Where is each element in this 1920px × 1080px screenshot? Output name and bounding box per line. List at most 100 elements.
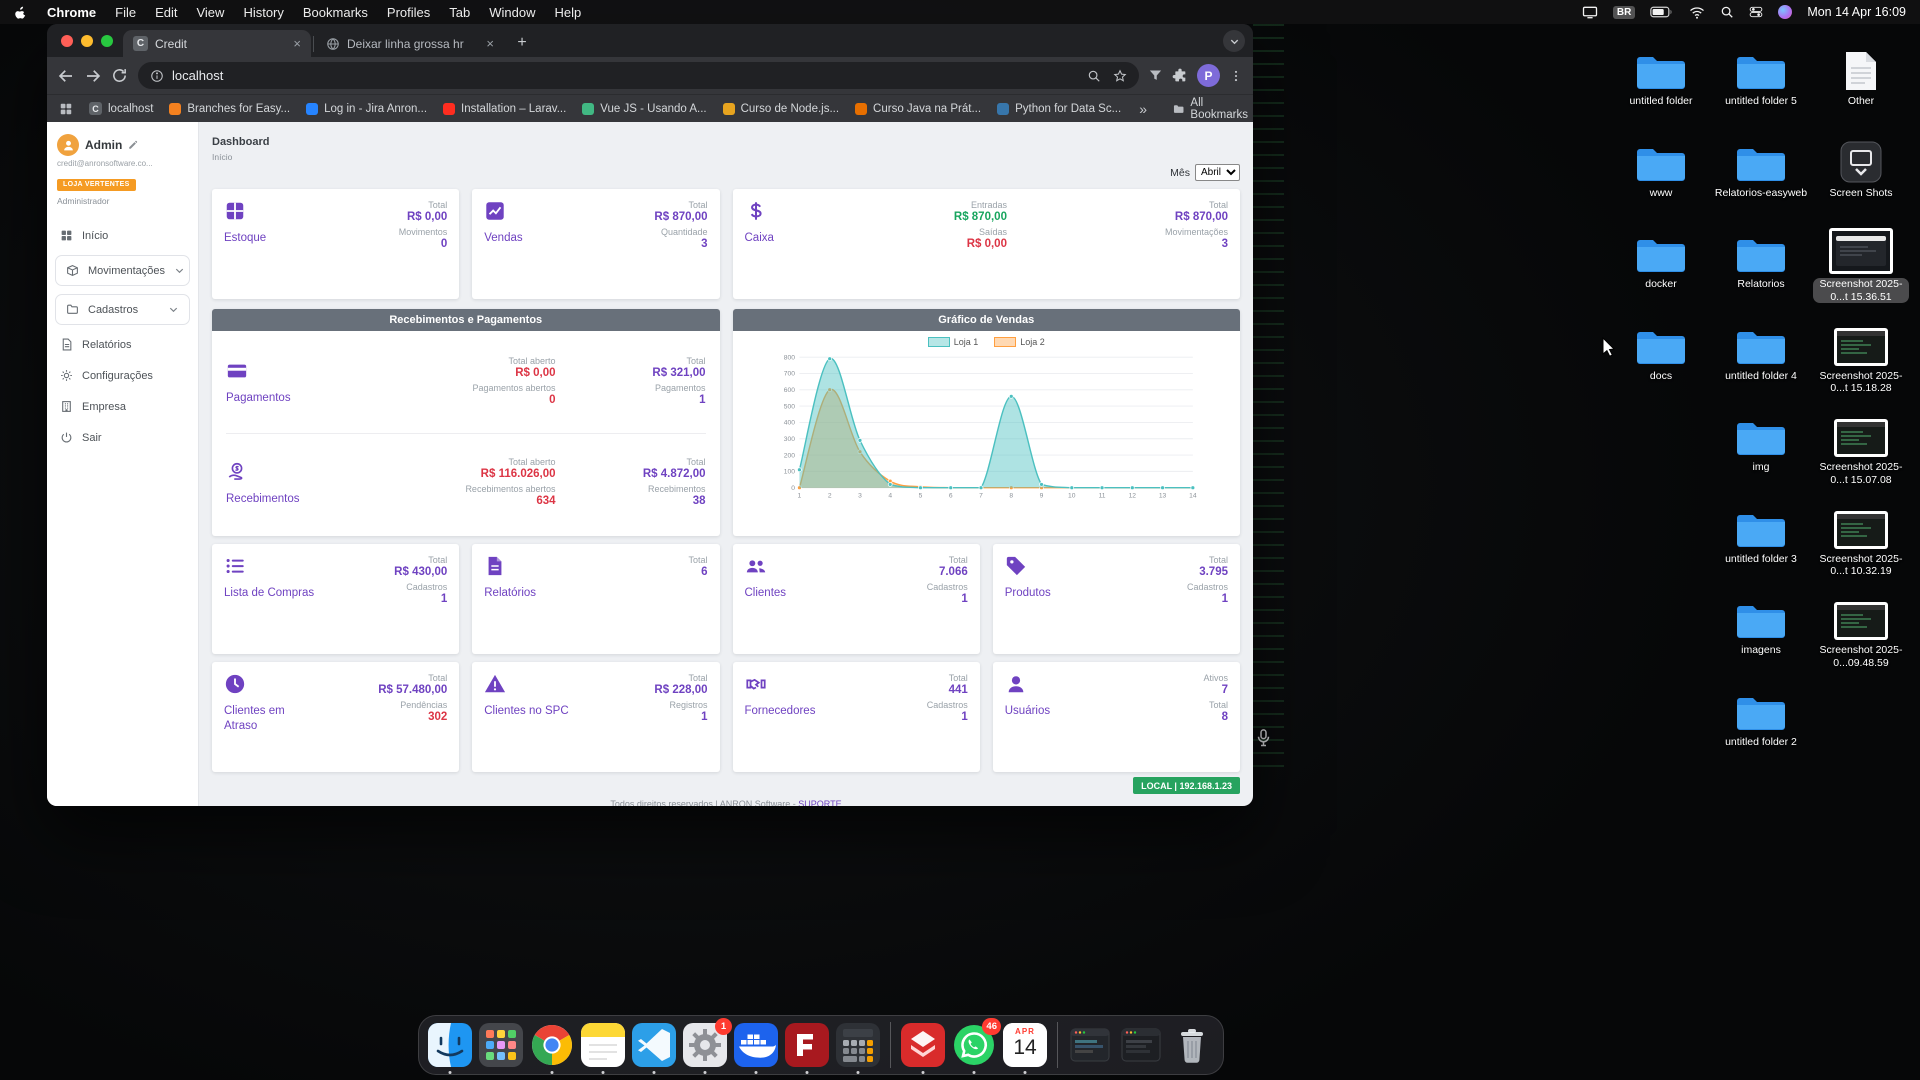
- card-title-link[interactable]: Clientes em Atraso: [224, 704, 316, 734]
- dock-calculator-icon[interactable]: [836, 1023, 880, 1067]
- bookmark-curso-de-node-js[interactable]: Curso de Node.js...: [715, 100, 847, 118]
- sidebar-item-empresa[interactable]: Empresa: [47, 391, 198, 422]
- desktop-icon-imagens[interactable]: imagens: [1712, 585, 1810, 657]
- dock-settings-icon[interactable]: 1: [683, 1023, 727, 1067]
- tab-credit[interactable]: C Credit ×: [123, 30, 311, 57]
- tab-deixar-linha[interactable]: Deixar linha grossa hr ×: [316, 30, 504, 57]
- close-window-button[interactable]: [61, 35, 73, 47]
- adblock-funnel-icon[interactable]: [1148, 68, 1163, 83]
- menubar-item-profiles[interactable]: Profiles: [387, 5, 430, 20]
- menubar-item-file[interactable]: File: [115, 5, 136, 20]
- card-title-link[interactable]: Vendas: [484, 231, 522, 246]
- battery-icon[interactable]: [1650, 6, 1674, 18]
- menubar-item-bookmarks[interactable]: Bookmarks: [303, 5, 368, 20]
- tab-search-button[interactable]: [1223, 30, 1245, 52]
- card-title-link[interactable]: Usuários: [1005, 704, 1050, 719]
- screen-mirroring-icon[interactable]: [1582, 6, 1598, 19]
- search-lens-icon[interactable]: [1087, 69, 1101, 83]
- menubar-item-help[interactable]: Help: [555, 5, 582, 20]
- dock-whatsapp-icon[interactable]: 46: [952, 1023, 996, 1067]
- desktop-icon-screenshot-2025-0-t-15-07-08[interactable]: Screenshot 2025-0...t 15.07.08: [1812, 402, 1910, 486]
- card-title-link[interactable]: Clientes: [745, 586, 787, 601]
- dock-chrome-icon[interactable]: [530, 1023, 574, 1067]
- card-title-link[interactable]: Relatórios: [484, 586, 536, 601]
- card-title-link[interactable]: Recebimentos: [226, 492, 318, 507]
- close-tab-icon[interactable]: ×: [293, 36, 301, 51]
- desktop-icon-untitled-folder-4[interactable]: untitled folder 4: [1712, 311, 1810, 383]
- desktop-icon-untitled-folder-5[interactable]: untitled folder 5: [1712, 36, 1810, 108]
- dock-docker-icon[interactable]: [734, 1023, 778, 1067]
- desktop-icon-untitled-folder[interactable]: untitled folder: [1612, 36, 1710, 108]
- desktop-icon-untitled-folder-2[interactable]: untitled folder 2: [1712, 677, 1810, 749]
- all-bookmarks-button[interactable]: All Bookmarks: [1173, 97, 1251, 121]
- desktop-icon-screen-shots[interactable]: Screen Shots: [1812, 128, 1910, 200]
- bookmark-vue-js-usando-a[interactable]: Vue JS - Usando A...: [574, 100, 714, 118]
- bookmark-star-icon[interactable]: [1113, 69, 1127, 83]
- apple-menu-icon[interactable]: [14, 4, 28, 20]
- bookmark-python-for-data-sc[interactable]: Python for Data Sc...: [989, 100, 1129, 118]
- bookmark-branches-for-easy[interactable]: Branches for Easy...: [161, 100, 298, 118]
- card-title-link[interactable]: Produtos: [1005, 586, 1051, 601]
- close-tab-icon[interactable]: ×: [486, 36, 494, 51]
- siri-icon[interactable]: [1778, 5, 1792, 19]
- desktop-icon-img[interactable]: img: [1712, 402, 1810, 474]
- desktop-icon-docs[interactable]: docs: [1612, 311, 1710, 383]
- menubar-item-tab[interactable]: Tab: [449, 5, 470, 20]
- support-link[interactable]: SUPORTE: [798, 799, 841, 806]
- bookmark-installation-larav[interactable]: Installation – Larav...: [435, 100, 574, 118]
- card-title-link[interactable]: Lista de Compras: [224, 586, 314, 601]
- dock-minimized-window-1-icon[interactable]: [1068, 1023, 1112, 1067]
- side-panel-grid-icon[interactable]: [59, 102, 73, 116]
- card-title-link[interactable]: Pagamentos: [226, 391, 318, 406]
- keyboard-layout-indicator[interactable]: BR: [1613, 6, 1635, 19]
- profile-avatar[interactable]: P: [1197, 64, 1220, 87]
- desktop-icon-other[interactable]: Other: [1812, 36, 1910, 108]
- extensions-puzzle-icon[interactable]: [1172, 68, 1188, 84]
- menubar-item-view[interactable]: View: [196, 5, 224, 20]
- sidebar-item-movimenta-es[interactable]: Movimentações: [55, 255, 190, 286]
- edit-profile-pencil-icon[interactable]: [128, 140, 138, 150]
- dock-notes-icon[interactable]: [581, 1023, 625, 1067]
- sidebar-item-configura-es[interactable]: Configurações: [47, 360, 198, 391]
- menubar-item-edit[interactable]: Edit: [155, 5, 177, 20]
- desktop-icon-screenshot-2025-0-t-15-18-28[interactable]: Screenshot 2025-0...t 15.18.28: [1812, 311, 1910, 395]
- dock-filezilla-icon[interactable]: [785, 1023, 829, 1067]
- desktop-icon-screenshot-2025-0-t-10-32-19[interactable]: Screenshot 2025-0...t 10.32.19: [1812, 494, 1910, 578]
- sidebar-item-in-cio[interactable]: Início: [47, 220, 198, 251]
- sidebar-item-cadastros[interactable]: Cadastros: [55, 294, 190, 325]
- minimize-window-button[interactable]: [81, 35, 93, 47]
- wifi-icon[interactable]: [1689, 6, 1705, 19]
- bookmark-curso-java-na-pr-t[interactable]: Curso Java na Prát...: [847, 100, 989, 118]
- dock-minimized-window-2-icon[interactable]: [1119, 1023, 1163, 1067]
- dock-redis-icon[interactable]: [901, 1023, 945, 1067]
- zoom-window-button[interactable]: [101, 35, 113, 47]
- card-title-link[interactable]: Clientes no SPC: [484, 704, 568, 719]
- dock-vscode-icon[interactable]: [632, 1023, 676, 1067]
- desktop-icon-screenshot-2025-0-t-15-36-51[interactable]: Screenshot 2025-0...t 15.36.51: [1812, 219, 1910, 303]
- month-select[interactable]: Abril: [1195, 164, 1240, 181]
- browser-menu-kebab-icon[interactable]: [1229, 68, 1243, 84]
- new-tab-button[interactable]: +: [510, 31, 534, 55]
- control-center-icon[interactable]: [1749, 5, 1763, 19]
- card-title-link[interactable]: Estoque: [224, 231, 266, 246]
- bookmark-localhost[interactable]: Clocalhost: [81, 99, 161, 118]
- sidebar-item-relat-rios[interactable]: Relatórios: [47, 329, 198, 360]
- dock-trash-icon[interactable]: [1170, 1023, 1214, 1067]
- menubar-item-window[interactable]: Window: [489, 5, 535, 20]
- forward-button[interactable]: [84, 67, 102, 85]
- desktop-icon-screenshot-2025-0-09-48-59[interactable]: Screenshot 2025-0...09.48.59: [1812, 585, 1910, 669]
- reload-button[interactable]: [111, 67, 129, 85]
- bookmarks-overflow-chevron[interactable]: »: [1133, 101, 1153, 117]
- dock-finder-icon[interactable]: [428, 1023, 472, 1067]
- desktop-icon-www[interactable]: www: [1612, 128, 1710, 200]
- desktop-icon-relatorios-easyweb[interactable]: Relatorios-easyweb: [1712, 128, 1810, 200]
- bookmark-log-in-jira-anron[interactable]: Log in - Jira Anron...: [298, 100, 435, 118]
- site-info-icon[interactable]: [150, 69, 164, 83]
- desktop-icon-docker[interactable]: docker: [1612, 219, 1710, 291]
- dock-calendar-icon[interactable]: APR14: [1003, 1023, 1047, 1067]
- menubar-item-history[interactable]: History: [243, 5, 283, 20]
- desktop-icon-relatorios[interactable]: Relatorios: [1712, 219, 1810, 291]
- back-button[interactable]: [57, 67, 75, 85]
- card-title-link[interactable]: Fornecedores: [745, 704, 816, 719]
- card-title-link[interactable]: Caixa: [745, 231, 774, 246]
